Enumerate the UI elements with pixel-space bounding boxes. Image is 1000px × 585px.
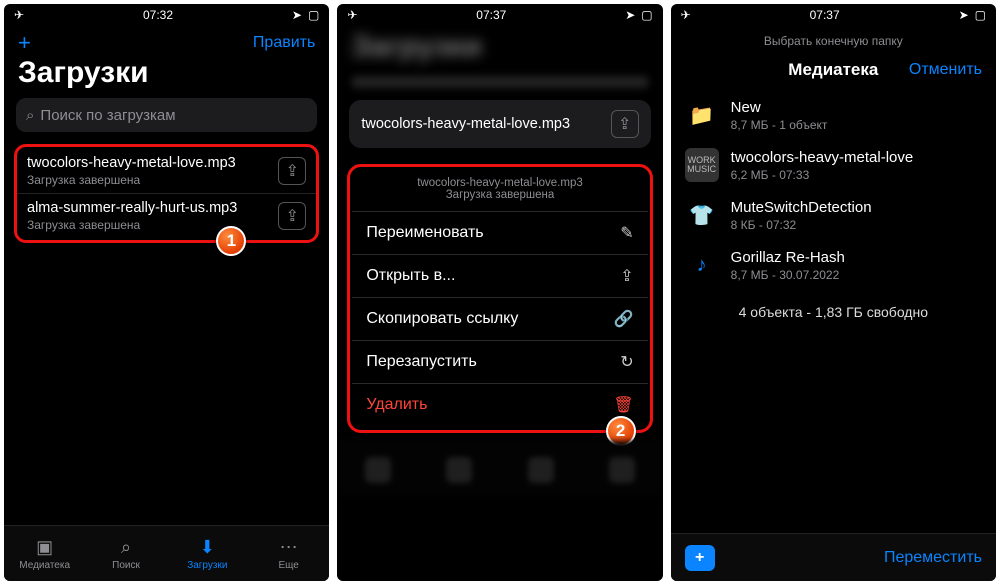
ellipsis-icon: ⋯: [280, 537, 298, 558]
downloads-list-highlight: twocolors-heavy-metal-love.mp3 Загрузка …: [14, 144, 319, 243]
item-subtitle: 8,7 МБ - 30.07.2022: [731, 268, 845, 282]
status-time: 07:37: [476, 8, 506, 22]
folder-row[interactable]: 📁 New 8,7 МБ - 1 объект: [671, 90, 996, 140]
picker-hint: Выбрать конечную папку: [671, 26, 996, 54]
airplane-icon: ✈: [14, 8, 24, 22]
pencil-icon: ✎: [620, 223, 633, 243]
folder-icon: ▣: [36, 537, 53, 558]
preview-filename: twocolors-heavy-metal-love.mp3: [361, 116, 570, 132]
download-filename: alma-summer-really-hurt-us.mp3: [27, 200, 237, 216]
move-button[interactable]: Переместить: [884, 549, 982, 567]
location-icon: ➤: [959, 8, 969, 22]
search-input[interactable]: ⌕ Поиск по загрузкам: [16, 98, 317, 132]
tab-downloads[interactable]: ⬇ Загрузки: [167, 537, 248, 571]
page-title: Загрузки: [4, 56, 329, 98]
status-time: 07:32: [143, 8, 173, 22]
status-time: 07:37: [810, 8, 840, 22]
edit-button[interactable]: Править: [253, 34, 315, 52]
menu-copy-link[interactable]: Скопировать ссылку 🔗: [352, 297, 647, 340]
menu-restart[interactable]: Перезапустить ↻: [352, 340, 647, 383]
blurred-content: [351, 76, 648, 88]
screen-context-menu: ✈ 07:37 ➤ ▢ Загрузки twocolors-heavy-met…: [337, 4, 662, 581]
storage-summary: 4 объекта - 1,83 ГБ свободно: [671, 290, 996, 334]
menu-rename[interactable]: Переименовать ✎: [352, 211, 647, 254]
share-icon[interactable]: ⇪: [278, 157, 306, 185]
tab-library[interactable]: ▣ Медиатека: [4, 537, 85, 571]
location-icon: ➤: [625, 8, 635, 22]
download-row[interactable]: alma-summer-really-hurt-us.mp3 Загрузка …: [17, 193, 316, 238]
tab-bar: ▣ Медиатека ⌕ Поиск ⬇ Загрузки ⋯ Еще: [4, 525, 329, 581]
tab-more[interactable]: ⋯ Еще: [248, 537, 329, 571]
file-row[interactable]: WORKMUSIC twocolors-heavy-metal-love 6,2…: [671, 140, 996, 190]
shirt-icon: 👕: [685, 198, 719, 232]
battery-icon: ▢: [975, 8, 986, 22]
screen-folder-picker: ✈ 07:37 ➤ ▢ Выбрать конечную папку Медиа…: [671, 4, 996, 581]
battery-icon: ▢: [308, 8, 319, 22]
status-bar: ✈ 07:32 ➤ ▢: [4, 4, 329, 26]
cancel-button[interactable]: Отменить: [909, 61, 982, 79]
music-note-icon: ♪: [685, 248, 719, 282]
status-bar: ✈ 07:37 ➤ ▢: [337, 4, 662, 26]
share-icon[interactable]: ⇪: [611, 110, 639, 138]
menu-open-in[interactable]: Открыть в... ⇪: [352, 254, 647, 297]
blurred-tab-bar: [337, 441, 662, 497]
airplane-icon: ✈: [681, 8, 691, 22]
tab-search[interactable]: ⌕ Поиск: [85, 537, 166, 571]
airplane-icon: ✈: [347, 8, 357, 22]
picker-toolbar: + Переместить: [671, 533, 996, 581]
file-row[interactable]: 👕 MuteSwitchDetection 8 КБ - 07:32: [671, 190, 996, 240]
trash-icon: 🗑: [613, 395, 633, 415]
item-title: MuteSwitchDetection: [731, 199, 872, 216]
status-bar: ✈ 07:37 ➤ ▢: [671, 4, 996, 26]
item-title: New: [731, 99, 828, 116]
share-icon[interactable]: ⇪: [278, 202, 306, 230]
download-icon: ⬇: [200, 537, 215, 558]
context-menu-header: twocolors-heavy-metal-love.mp3 Загрузка …: [352, 171, 647, 211]
location-icon: ➤: [292, 8, 302, 22]
download-status: Загрузка завершена: [27, 173, 236, 187]
album-icon: WORKMUSIC: [685, 148, 719, 182]
battery-icon: ▢: [641, 8, 652, 22]
search-icon: ⌕: [26, 107, 34, 124]
item-title: Gorillaz Re-Hash: [731, 249, 845, 266]
file-row[interactable]: ♪ Gorillaz Re-Hash 8,7 МБ - 30.07.2022: [671, 240, 996, 290]
download-row[interactable]: twocolors-heavy-metal-love.mp3 Загрузка …: [17, 149, 316, 193]
link-icon: 🔗: [614, 309, 634, 329]
download-filename: twocolors-heavy-metal-love.mp3: [27, 155, 236, 171]
reload-icon: ↻: [620, 352, 633, 372]
item-subtitle: 8 КБ - 07:32: [731, 218, 872, 232]
item-subtitle: 6,2 МБ - 07:33: [731, 168, 914, 182]
search-icon: ⌕: [121, 537, 131, 558]
item-title: twocolors-heavy-metal-love: [731, 149, 914, 166]
search-placeholder: Поиск по загрузкам: [40, 107, 175, 124]
context-menu-highlight: twocolors-heavy-metal-love.mp3 Загрузка …: [347, 164, 652, 433]
item-subtitle: 8,7 МБ - 1 объект: [731, 118, 828, 132]
share-icon: ⇪: [620, 266, 633, 286]
callout-badge-1: 1: [216, 226, 246, 256]
blurred-title: Загрузки: [337, 26, 662, 72]
picker-title: Медиатека: [788, 60, 878, 80]
preview-card: twocolors-heavy-metal-love.mp3 ⇪: [349, 100, 650, 148]
add-button[interactable]: +: [18, 30, 31, 56]
new-folder-button[interactable]: +: [685, 545, 715, 571]
download-status: Загрузка завершена: [27, 218, 237, 232]
folder-icon: 📁: [685, 98, 719, 132]
screen-downloads: ✈ 07:32 ➤ ▢ + Править Загрузки ⌕ Поиск п…: [4, 4, 329, 581]
menu-delete[interactable]: Удалить 🗑: [352, 383, 647, 426]
